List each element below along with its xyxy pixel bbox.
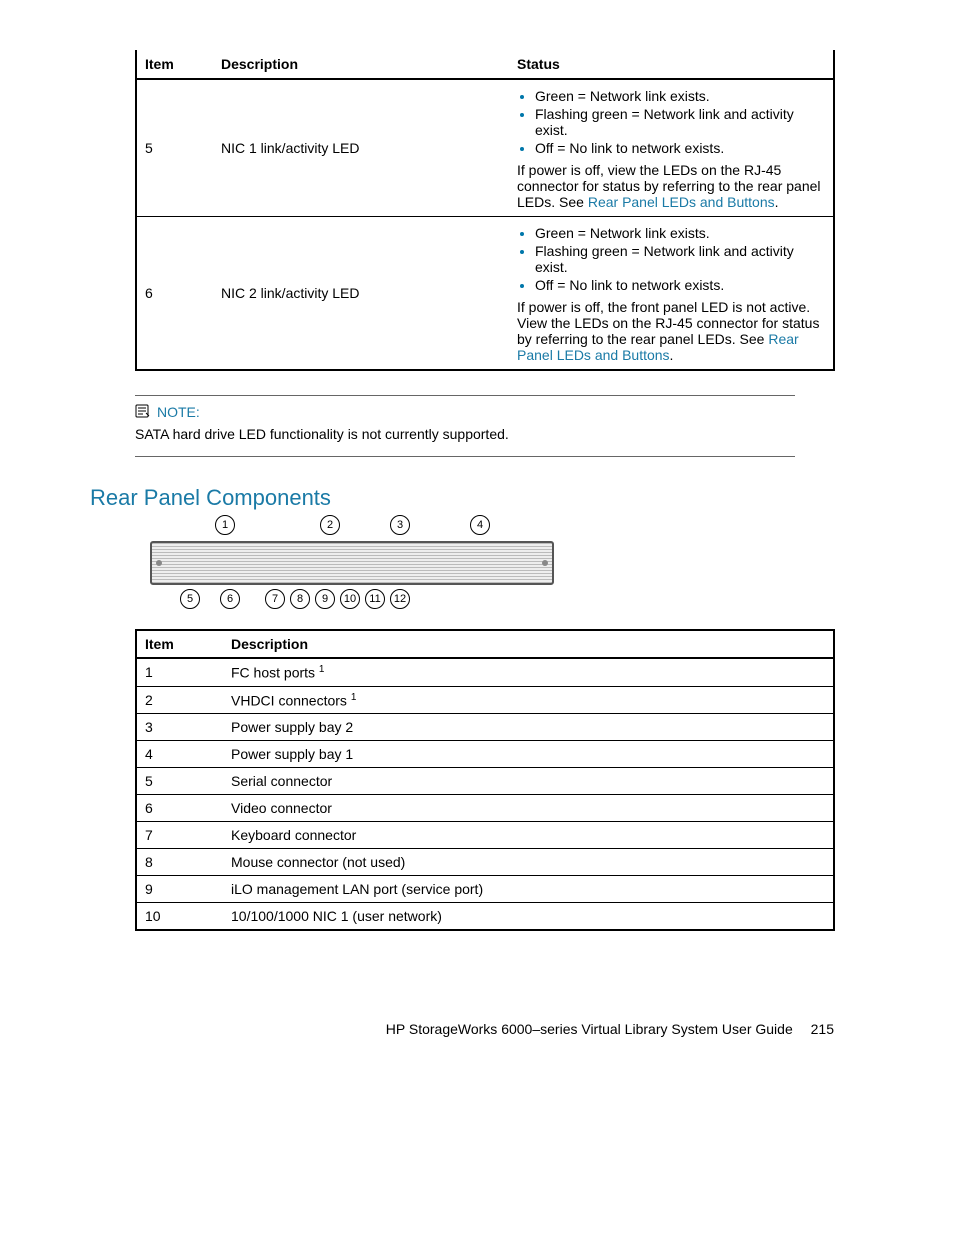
cell-item: 4 <box>136 741 223 768</box>
status-note: If power is off, the front panel LED is … <box>517 299 825 363</box>
led-status-table: Item Description Status 5NIC 1 link/acti… <box>135 50 835 371</box>
cell-description: iLO management LAN port (service port) <box>223 876 834 903</box>
cell-description: NIC 2 link/activity LED <box>213 217 509 371</box>
note-label: NOTE: <box>157 404 200 420</box>
rear-panel-components-table: Item Description 1FC host ports 12VHDCI … <box>135 629 835 931</box>
status-bullet: Off = No link to network exists. <box>535 140 825 156</box>
cell-item: 9 <box>136 876 223 903</box>
th-description: Description <box>223 630 834 658</box>
cell-description: Mouse connector (not used) <box>223 849 834 876</box>
cell-description: 10/100/1000 NIC 1 (user network) <box>223 903 834 931</box>
table-row: 3Power supply bay 2 <box>136 714 834 741</box>
callout-3: 3 <box>390 515 410 535</box>
cell-description: Keyboard connector <box>223 822 834 849</box>
th-item: Item <box>136 50 213 79</box>
status-note: If power is off, view the LEDs on the RJ… <box>517 162 825 210</box>
note-box: NOTE: SATA hard drive LED functionality … <box>135 395 795 457</box>
cross-reference-link[interactable]: Rear Panel LEDs and Buttons <box>517 331 799 363</box>
cell-description: VHDCI connectors 1 <box>223 686 834 714</box>
callout-6: 6 <box>220 589 240 609</box>
status-bullet: Green = Network link exists. <box>535 88 825 104</box>
status-bullet: Flashing green = Network link and activi… <box>535 106 825 138</box>
th-description: Description <box>213 50 509 79</box>
cell-item: 10 <box>136 903 223 931</box>
cell-item: 2 <box>136 686 223 714</box>
callout-7: 7 <box>265 589 285 609</box>
cell-description: Serial connector <box>223 768 834 795</box>
note-text: SATA hard drive LED functionality is not… <box>135 426 795 442</box>
cross-reference-link[interactable]: Rear Panel LEDs and Buttons <box>588 194 775 210</box>
cell-description: NIC 1 link/activity LED <box>213 79 509 217</box>
note-icon <box>135 404 151 418</box>
table-row: 6NIC 2 link/activity LEDGreen = Network … <box>136 217 834 371</box>
cell-item: 3 <box>136 714 223 741</box>
callout-10: 10 <box>340 589 360 609</box>
th-item: Item <box>136 630 223 658</box>
status-bullet: Off = No link to network exists. <box>535 277 825 293</box>
table-row: 5Serial connector <box>136 768 834 795</box>
callout-1: 1 <box>215 515 235 535</box>
table-row: 4Power supply bay 1 <box>136 741 834 768</box>
cell-item: 5 <box>136 768 223 795</box>
cell-status: Green = Network link exists. Flashing gre… <box>509 217 834 371</box>
callout-9: 9 <box>315 589 335 609</box>
th-status: Status <box>509 50 834 79</box>
table-row: 6Video connector <box>136 795 834 822</box>
table-row: 5NIC 1 link/activity LEDGreen = Network … <box>136 79 834 217</box>
table-row: 1FC host ports 1 <box>136 658 834 686</box>
callout-8: 8 <box>290 589 310 609</box>
cell-item: 7 <box>136 822 223 849</box>
status-bullet: Flashing green = Network link and activi… <box>535 243 825 275</box>
table-row: 1010/100/1000 NIC 1 (user network) <box>136 903 834 931</box>
table-row: 9iLO management LAN port (service port) <box>136 876 834 903</box>
cell-item: 6 <box>136 795 223 822</box>
cell-description: Power supply bay 2 <box>223 714 834 741</box>
cell-description: Video connector <box>223 795 834 822</box>
cell-item: 1 <box>136 658 223 686</box>
cell-item: 8 <box>136 849 223 876</box>
table-row: 8Mouse connector (not used) <box>136 849 834 876</box>
page-footer: HP StorageWorks 6000–series Virtual Libr… <box>90 1021 864 1037</box>
rear-panel-diagram: 1234 56789101112 <box>150 515 864 611</box>
section-heading: Rear Panel Components <box>90 485 864 511</box>
status-bullet: Green = Network link exists. <box>535 225 825 241</box>
cell-description: Power supply bay 1 <box>223 741 834 768</box>
page-number: 215 <box>811 1021 834 1037</box>
cell-description: FC host ports 1 <box>223 658 834 686</box>
table-row: 2VHDCI connectors 1 <box>136 686 834 714</box>
cell-item: 5 <box>136 79 213 217</box>
chassis-illustration <box>150 541 554 585</box>
callout-11: 11 <box>365 589 385 609</box>
callout-2: 2 <box>320 515 340 535</box>
table-row: 7Keyboard connector <box>136 822 834 849</box>
callout-5: 5 <box>180 589 200 609</box>
cell-status: Green = Network link exists. Flashing gre… <box>509 79 834 217</box>
callout-12: 12 <box>390 589 410 609</box>
callout-4: 4 <box>470 515 490 535</box>
cell-item: 6 <box>136 217 213 371</box>
footer-title: HP StorageWorks 6000–series Virtual Libr… <box>386 1021 793 1037</box>
